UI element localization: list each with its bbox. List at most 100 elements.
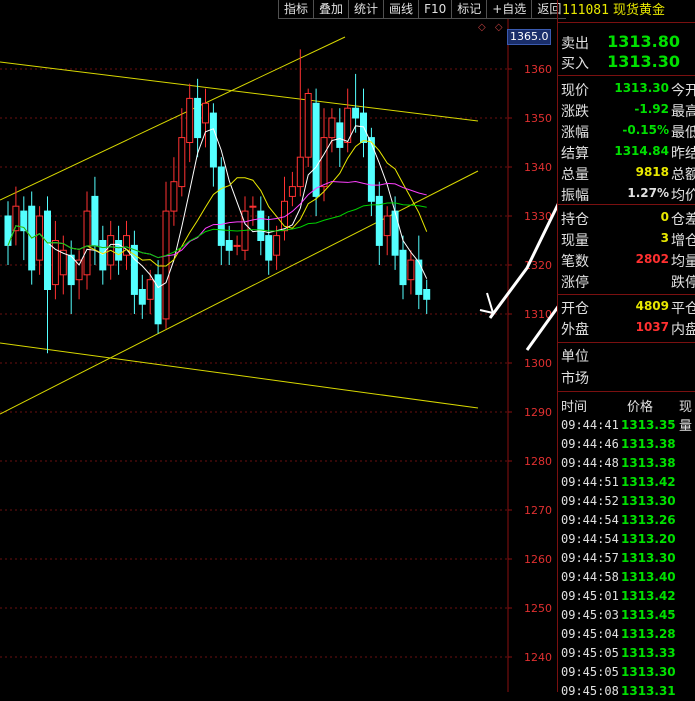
tick-time: 09:45:03 <box>561 608 619 622</box>
tick-row: 09:44:54 1313.26 <box>558 511 695 530</box>
toolbar-button[interactable]: 叠加 <box>313 0 349 19</box>
candle-body <box>399 249 407 286</box>
candle-body <box>273 235 281 256</box>
candle-body <box>186 97 194 143</box>
quote-label: 涨停 <box>561 275 589 291</box>
y-tick-label: 1330 <box>524 210 552 223</box>
tick-price: 1313.42 <box>621 475 676 489</box>
chart-corner-icons[interactable]: ◇ ◇ <box>478 22 506 33</box>
candle-body <box>178 137 186 188</box>
tick-row: 09:45:03 1313.45 <box>558 606 695 625</box>
toolbar-button[interactable]: 标记 <box>451 0 487 19</box>
tick-time: 09:44:58 <box>561 570 619 584</box>
tick-time: 09:45:01 <box>561 589 619 603</box>
instrument-title: 111081 现货黄金 <box>558 0 695 22</box>
quote-row: 现价 1313.30 今开 <box>558 78 695 99</box>
quote-row: 结算 1314.84 昨结 <box>558 141 695 162</box>
quote-label: 结算 <box>561 146 589 162</box>
candle-body <box>202 102 209 124</box>
tick-row: 09:45:01 1313.42 <box>558 587 695 606</box>
quote-label-secondary: 内盘 <box>671 322 695 338</box>
candle-body <box>415 259 423 295</box>
quote-row: 开仓 4809 平仓 <box>558 296 695 317</box>
quote-label-secondary: 昨结 <box>671 146 695 162</box>
divider <box>558 204 695 205</box>
quote-label-secondary: 最高 <box>671 104 695 120</box>
quote-value: 0 <box>660 210 669 224</box>
divider <box>558 391 695 392</box>
candle-body <box>83 210 91 276</box>
y-tick-label: 1270 <box>524 504 552 517</box>
quote-value: -0.15% <box>622 123 669 137</box>
tick-price: 1313.33 <box>621 646 676 660</box>
tick-price: 1313.38 <box>621 456 676 470</box>
tick-price: 1313.26 <box>621 513 676 527</box>
quote-row: 现量 3 增仓 <box>558 228 695 249</box>
quote-label: 现价 <box>561 83 589 99</box>
candle-body <box>146 279 154 300</box>
candle-body <box>423 289 431 300</box>
tick-time: 09:44:41 <box>561 418 619 432</box>
quote-label: 总量 <box>561 167 589 183</box>
sell-row: 卖出 1313.80 <box>558 32 695 52</box>
chart-toolbar: 指标 叠加 统计 画线 F10 标记 +自选 返回 <box>278 0 567 19</box>
tick-price: 1313.35 <box>621 418 676 432</box>
candle-body <box>265 235 273 261</box>
channel-line-lower <box>0 342 479 409</box>
tick-time: 09:44:54 <box>561 532 619 546</box>
quote-label: 持仓 <box>561 212 589 228</box>
tick-price: 1313.45 <box>621 608 676 622</box>
candle-body <box>312 102 320 197</box>
price-crosshair-tag: 1365.0 <box>507 29 551 45</box>
candle-body <box>217 166 225 246</box>
candle-body <box>407 259 415 281</box>
divider <box>558 22 695 23</box>
candle-body <box>99 240 107 271</box>
toolbar-button[interactable]: 画线 <box>383 0 419 19</box>
quote-row: 笔数 2802 均量 <box>558 249 695 270</box>
quote-value: 1314.84 <box>614 144 669 158</box>
tick-price: 1313.42 <box>621 589 676 603</box>
channel-line-upper <box>0 61 479 122</box>
quote-value: 3 <box>660 231 669 245</box>
candle-body <box>288 186 296 197</box>
kline-chart-area[interactable]: 1360 1350 1340 1330 1320 1310 1300 1290 1280 1270… <box>0 0 637 692</box>
candle-body <box>320 137 328 188</box>
toolbar-button[interactable]: +自选 <box>486 0 532 19</box>
buy-row: 买入 1313.30 <box>558 52 695 72</box>
candle-body <box>328 117 336 139</box>
tick-price: 1313.31 <box>621 684 676 698</box>
tick-time: 09:44:54 <box>561 513 619 527</box>
candle-body <box>233 244 241 247</box>
toolbar-button[interactable]: 指标 <box>278 0 314 19</box>
tick-price: 1313.30 <box>621 494 676 508</box>
candle-body <box>138 289 146 305</box>
quote-label-secondary: 总额 <box>671 167 695 183</box>
tick-time: 09:44:51 <box>561 475 619 489</box>
candle-body <box>383 215 391 237</box>
quote-label-secondary: 仓差 <box>671 212 695 228</box>
candle-body <box>209 112 217 168</box>
toolbar-button[interactable]: 统计 <box>348 0 384 19</box>
sell-label: 卖出 <box>561 36 589 52</box>
y-tick-label: 1280 <box>524 455 552 468</box>
candle-body <box>367 137 375 202</box>
quote-value: 1037 <box>635 320 669 334</box>
tick-price: 1313.30 <box>621 665 676 679</box>
tick-time: 09:45:05 <box>561 665 619 679</box>
candle-body <box>375 195 383 246</box>
tick-row: 09:45:05 1313.30 <box>558 663 695 682</box>
kline-chart[interactable]: 1360135013401330132013101300129012801270… <box>0 0 637 692</box>
tick-row: 09:44:48 1313.38 <box>558 454 695 473</box>
tick-row: 09:44:41 1313.35 <box>558 416 695 435</box>
divider <box>558 294 695 295</box>
tick-list[interactable]: 09:44:41 1313.35 09:44:46 1313.38 09:44:48 13… <box>558 416 695 701</box>
toolbar-button[interactable]: F10 <box>418 0 452 19</box>
unit-label: 单位 <box>561 349 589 365</box>
candle-body <box>154 274 162 325</box>
ticks-header-time: 时间 <box>561 400 588 415</box>
quote-label-secondary: 增仓 <box>671 233 695 249</box>
quote-row: 持仓 0 仓差 <box>558 207 695 228</box>
quote-value: 4809 <box>635 299 669 313</box>
tick-price: 1313.38 <box>621 437 676 451</box>
